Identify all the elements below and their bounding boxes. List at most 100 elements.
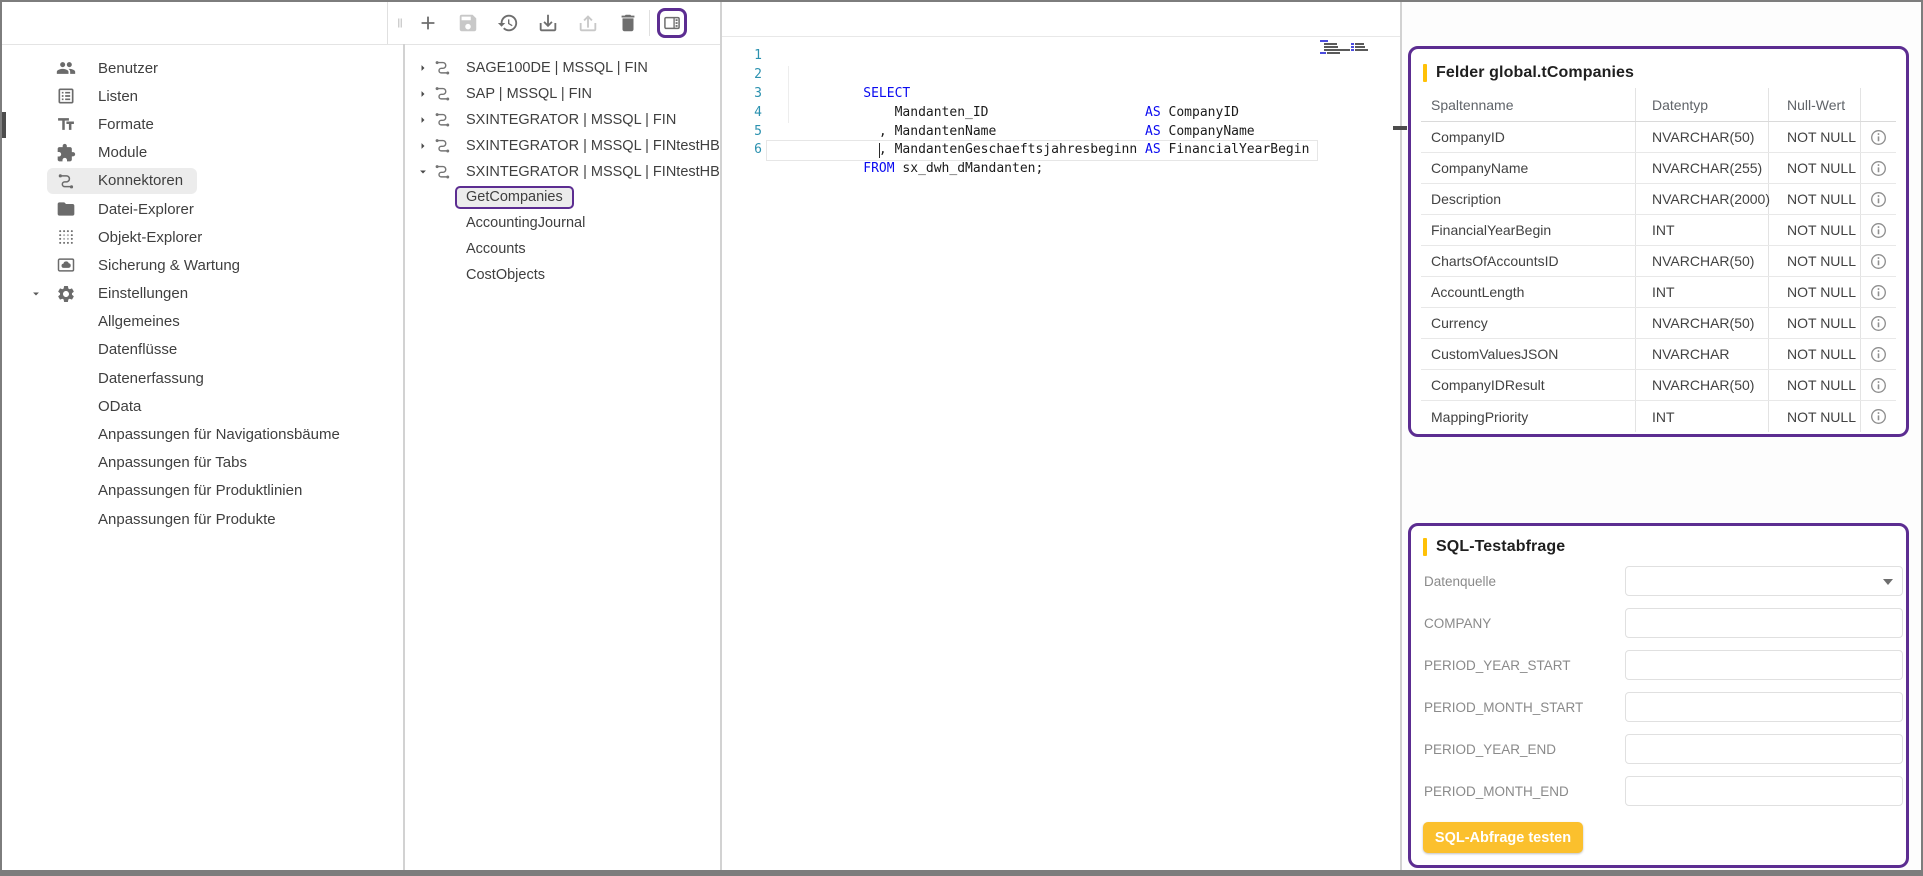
tree-expander-icon[interactable] bbox=[416, 87, 430, 101]
editor-minimap[interactable] bbox=[1320, 40, 1378, 58]
toggle-right-panel[interactable] bbox=[657, 8, 687, 38]
chevron-down-icon[interactable] bbox=[29, 484, 43, 498]
sidebar-item-label: Formate bbox=[98, 116, 154, 133]
tree-item[interactable]: AccountingJournal bbox=[405, 210, 719, 236]
chevron-down-icon[interactable] bbox=[29, 428, 43, 442]
info-icon[interactable] bbox=[1869, 376, 1888, 395]
info-icon[interactable] bbox=[1869, 345, 1888, 364]
chevron-down-icon[interactable] bbox=[29, 202, 43, 216]
editor-splitter-handle[interactable] bbox=[1393, 126, 1407, 130]
sidebar-item[interactable]: Sicherung & Wartung bbox=[2, 251, 402, 279]
sidebar-item[interactable]: Einstellungen bbox=[2, 280, 402, 308]
sidebar-item-body: Module bbox=[47, 140, 161, 166]
chevron-down-icon[interactable] bbox=[29, 89, 43, 103]
sidebar-item[interactable]: OData bbox=[2, 392, 402, 420]
info-icon[interactable] bbox=[1869, 128, 1888, 147]
form-field-label: PERIOD_MONTH_START bbox=[1424, 700, 1583, 715]
chevron-down-icon[interactable] bbox=[29, 61, 43, 75]
field-name: Description bbox=[1421, 184, 1636, 214]
sidebar-item-icon bbox=[56, 199, 76, 219]
form-field-input[interactable] bbox=[1625, 692, 1903, 722]
text-cursor bbox=[879, 143, 881, 158]
sidebar-item[interactable]: Datenflüsse bbox=[2, 336, 402, 364]
form-field-input[interactable] bbox=[1625, 566, 1903, 596]
chevron-down-icon[interactable] bbox=[29, 287, 43, 301]
save[interactable] bbox=[457, 12, 479, 34]
fields-panel-header: Felder global.tCompanies bbox=[1411, 49, 1906, 88]
sidebar-item[interactable]: Objekt-Explorer bbox=[2, 223, 402, 251]
tree-item[interactable]: SXINTEGRATOR | MSSQL | FINtestHB bbox=[405, 133, 719, 159]
tree-expander-icon[interactable] bbox=[416, 139, 430, 153]
sidebar-item[interactable]: Benutzer bbox=[2, 54, 402, 82]
sidebar-item[interactable]: Datenerfassung bbox=[2, 364, 402, 392]
code-text: SELECT bbox=[762, 47, 910, 66]
sidebar-item-body: Datenerfassung bbox=[47, 367, 218, 390]
sidebar-item[interactable]: Formate bbox=[2, 110, 402, 138]
info-icon[interactable] bbox=[1869, 221, 1888, 240]
sidebar-item[interactable]: Anpassungen für Navigationsbäume bbox=[2, 420, 402, 448]
info-icon[interactable] bbox=[1869, 252, 1888, 271]
code-text: , MandantenGeschaeftsjahresbeginn AS Fin… bbox=[762, 104, 1309, 123]
sidebar-item[interactable]: Listen bbox=[2, 82, 402, 110]
info-icon[interactable] bbox=[1869, 314, 1888, 333]
sidebar-item[interactable]: Allgemeines bbox=[2, 308, 402, 336]
tree-item[interactable]: SAGE100DE | MSSQL | FIN bbox=[405, 55, 719, 81]
tree-expander-icon[interactable] bbox=[416, 165, 430, 179]
chevron-down-icon[interactable] bbox=[29, 512, 43, 526]
field-name: CompanyIDResult bbox=[1421, 370, 1636, 400]
dropdown-caret-icon bbox=[1883, 579, 1893, 585]
toolbar-separator bbox=[649, 10, 650, 36]
sql-code[interactable]: 1 SELECT 2 Mandanten_ID AS CompanyID bbox=[724, 47, 1384, 160]
tree-item[interactable]: SAP | MSSQL | FIN bbox=[405, 81, 719, 107]
chevron-down-icon[interactable] bbox=[29, 174, 43, 188]
sidebar-item[interactable]: Anpassungen für Tabs bbox=[2, 449, 402, 477]
tree-item[interactable]: SXINTEGRATOR | MSSQL | FIN bbox=[405, 107, 719, 133]
info-icon[interactable] bbox=[1869, 283, 1888, 302]
field-row: CompanyIDResult NVARCHAR(50) NOT NULL bbox=[1421, 370, 1896, 401]
field-nullability: NOT NULL bbox=[1769, 153, 1861, 183]
chevron-down-icon[interactable] bbox=[29, 315, 43, 329]
sidebar-item[interactable]: Module bbox=[2, 139, 402, 167]
form-field-input[interactable] bbox=[1625, 734, 1903, 764]
chevron-down-icon[interactable] bbox=[29, 146, 43, 160]
chevron-down-icon[interactable] bbox=[29, 399, 43, 413]
tree-item[interactable]: GetCompanies bbox=[405, 184, 719, 210]
tree-item[interactable]: SXINTEGRATOR | MSSQL | FINtestHB3 bbox=[405, 159, 719, 185]
form-field-input[interactable] bbox=[1625, 776, 1903, 806]
tree-item[interactable]: Accounts bbox=[405, 236, 719, 262]
sidebar-item[interactable]: Anpassungen für Produkte bbox=[2, 505, 402, 533]
form-field-input[interactable] bbox=[1625, 608, 1903, 638]
upload[interactable] bbox=[577, 12, 599, 34]
form-field-row: PERIOD_MONTH_START bbox=[1411, 686, 1906, 728]
delete[interactable] bbox=[617, 12, 639, 34]
sidebar-item[interactable]: Datei-Explorer bbox=[2, 195, 402, 223]
tree-item[interactable]: CostObjects bbox=[405, 262, 719, 288]
info-icon[interactable] bbox=[1869, 159, 1888, 178]
download[interactable] bbox=[537, 12, 559, 34]
tree-expander-icon[interactable] bbox=[416, 61, 430, 75]
sql-editor-pane[interactable]: 1 SELECT 2 Mandanten_ID AS CompanyID bbox=[722, 2, 1400, 870]
sidebar-item[interactable]: Konnektoren bbox=[2, 167, 402, 195]
form-field-row: PERIOD_MONTH_END bbox=[1411, 770, 1906, 812]
chevron-down-icon[interactable] bbox=[29, 258, 43, 272]
run-sql-test-button[interactable]: SQL-Abfrage testen bbox=[1423, 822, 1583, 853]
info-icon[interactable] bbox=[1869, 190, 1888, 209]
chevron-down-icon[interactable] bbox=[29, 343, 43, 357]
chevron-down-icon[interactable] bbox=[29, 230, 43, 244]
left-edge-splitter-handle[interactable] bbox=[2, 112, 6, 138]
info-icon[interactable] bbox=[1869, 407, 1888, 426]
sidebar-item[interactable]: Anpassungen für Produktlinien bbox=[2, 477, 402, 505]
drag-handle-icon[interactable] bbox=[394, 12, 406, 34]
line-number: 5 bbox=[724, 123, 762, 142]
chevron-down-icon[interactable] bbox=[29, 371, 43, 385]
form-field-input[interactable] bbox=[1625, 650, 1903, 680]
sidebar-item-label: Einstellungen bbox=[98, 285, 188, 302]
connector-icon bbox=[433, 162, 452, 181]
sidebar-item-label: Anpassungen für Produktlinien bbox=[98, 482, 302, 499]
detail-panel: Felder global.tCompanies Spaltenname Dat… bbox=[1402, 2, 1921, 870]
tree-expander-icon[interactable] bbox=[416, 113, 430, 127]
restore[interactable] bbox=[497, 12, 519, 34]
chevron-down-icon[interactable] bbox=[29, 117, 43, 131]
chevron-down-icon[interactable] bbox=[29, 456, 43, 470]
add[interactable] bbox=[417, 12, 439, 34]
